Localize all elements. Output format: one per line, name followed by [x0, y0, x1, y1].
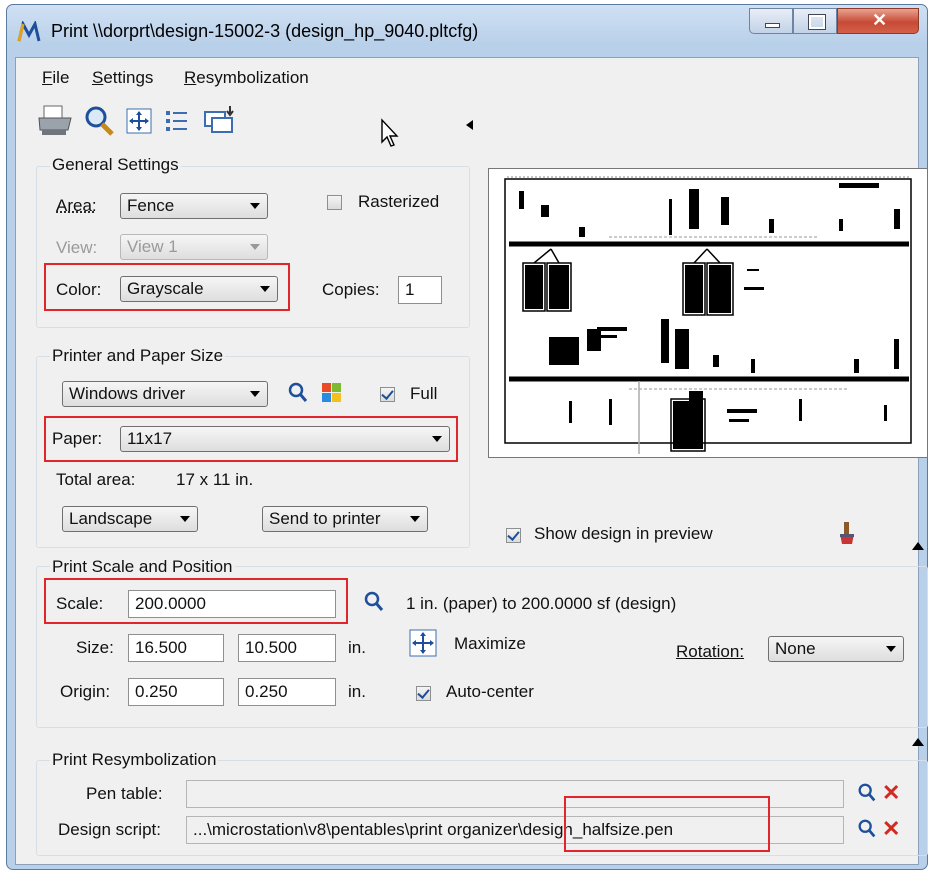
design-script-label: Design script:: [58, 820, 161, 839]
collapse-preview-arrow[interactable]: [466, 120, 473, 130]
view-select: View 1: [120, 234, 268, 260]
microstation-app-icon: [17, 21, 41, 42]
design-script-search-icon[interactable]: [856, 818, 878, 840]
copies-label: Copies:: [322, 280, 380, 299]
auto-center-label: Auto-center: [446, 682, 534, 701]
chevron-down-icon: [250, 203, 260, 209]
brush-icon[interactable]: [836, 520, 858, 546]
send-to-printer-select[interactable]: Send to printer: [262, 506, 428, 532]
printer-search-icon[interactable]: [286, 381, 310, 405]
total-area-label: Total area:: [56, 470, 136, 489]
menu-resymbolization[interactable]: Resymbolization: [184, 68, 309, 88]
origin-label: Origin:: [60, 682, 111, 701]
printer-driver-select[interactable]: Windows driver: [62, 381, 268, 407]
size-width-field[interactable]: 16.500: [128, 634, 224, 662]
chevron-down-icon: [180, 516, 190, 522]
size-unit: in.: [348, 638, 366, 657]
collapse-resym-arrow[interactable]: [912, 738, 924, 746]
design-script-clear-icon[interactable]: ✕: [882, 818, 900, 840]
rasterized-label: Rasterized: [358, 192, 440, 211]
pen-table-clear-icon[interactable]: ✕: [882, 782, 900, 804]
maximize-crosshair-icon[interactable]: [408, 628, 438, 658]
show-design-preview-checkbox[interactable]: [506, 528, 521, 543]
color-highlight-box: [44, 263, 290, 311]
design-script-highlight-box: [564, 796, 770, 852]
menu-bar: File Settings Resymbolization: [42, 68, 442, 90]
area-label: Area:: [56, 196, 97, 215]
fit-crosshair-icon[interactable]: [124, 106, 154, 136]
pen-table-label: Pen table:: [86, 784, 163, 803]
full-checkbox[interactable]: [380, 387, 395, 402]
rotation-label: Rotation:: [676, 642, 745, 661]
page-setup-icon[interactable]: [202, 104, 238, 138]
total-area-value: 17 x 11 in.: [176, 470, 254, 489]
minimize-button[interactable]: [749, 8, 793, 34]
windows-logo-icon[interactable]: [319, 381, 345, 405]
printer-paper-title: Printer and Paper Size: [50, 346, 226, 366]
menu-file[interactable]: File: [42, 68, 69, 88]
title-bar[interactable]: Print \\dorprt\design-15002-3 (design_hp…: [7, 5, 927, 55]
origin-y-field[interactable]: 0.250: [238, 678, 336, 706]
chevron-down-icon: [410, 516, 420, 522]
close-button[interactable]: ✕: [837, 8, 919, 34]
size-height-field[interactable]: 10.500: [238, 634, 336, 662]
origin-x-field[interactable]: 0.250: [128, 678, 224, 706]
orientation-select[interactable]: Landscape: [62, 506, 198, 532]
list-icon[interactable]: [162, 106, 192, 136]
print-dialog-window: Print \\dorprt\design-15002-3 (design_hp…: [6, 4, 928, 870]
dialog-client-area: File Settings Resymbolization General Se…: [15, 57, 928, 865]
full-label: Full: [410, 384, 438, 403]
scale-search-icon[interactable]: [362, 590, 386, 614]
size-label: Size:: [76, 638, 114, 657]
auto-center-checkbox[interactable]: [416, 686, 431, 701]
show-design-preview-label: Show design in preview: [534, 524, 713, 543]
menu-settings[interactable]: Settings: [92, 68, 153, 88]
origin-unit: in.: [348, 682, 366, 701]
resymbolization-title: Print Resymbolization: [50, 750, 219, 770]
window-title: Print \\dorprt\design-15002-3 (design_hp…: [51, 21, 479, 41]
scale-highlight-box: [44, 578, 348, 624]
pen-table-search-icon[interactable]: [856, 782, 878, 804]
preview-magnifier-icon[interactable]: [82, 104, 118, 138]
preview-drawing-image: [504, 176, 912, 454]
scale-description: 1 in. (paper) to 200.0000 sf (design): [406, 594, 677, 613]
chevron-down-icon: [250, 391, 260, 397]
general-settings-title: General Settings: [50, 155, 181, 175]
maximize-label[interactable]: Maximize: [454, 634, 526, 654]
paper-highlight-box: [44, 416, 458, 462]
maximize-button[interactable]: [793, 8, 837, 34]
print-preview-pane: [488, 168, 928, 458]
chevron-down-icon: [250, 244, 260, 250]
printer-icon[interactable]: [36, 104, 76, 138]
rotation-select[interactable]: None: [768, 636, 904, 662]
mouse-cursor-icon: [381, 118, 399, 147]
collapse-scale-arrow[interactable]: [912, 542, 924, 550]
scale-position-title: Print Scale and Position: [50, 557, 235, 577]
close-icon: ✕: [872, 10, 888, 30]
area-select[interactable]: Fence: [120, 193, 268, 219]
chevron-down-icon: [886, 646, 896, 652]
rasterized-checkbox[interactable]: [327, 195, 342, 210]
copies-field[interactable]: 1: [398, 276, 442, 304]
view-label: View:: [56, 238, 98, 257]
